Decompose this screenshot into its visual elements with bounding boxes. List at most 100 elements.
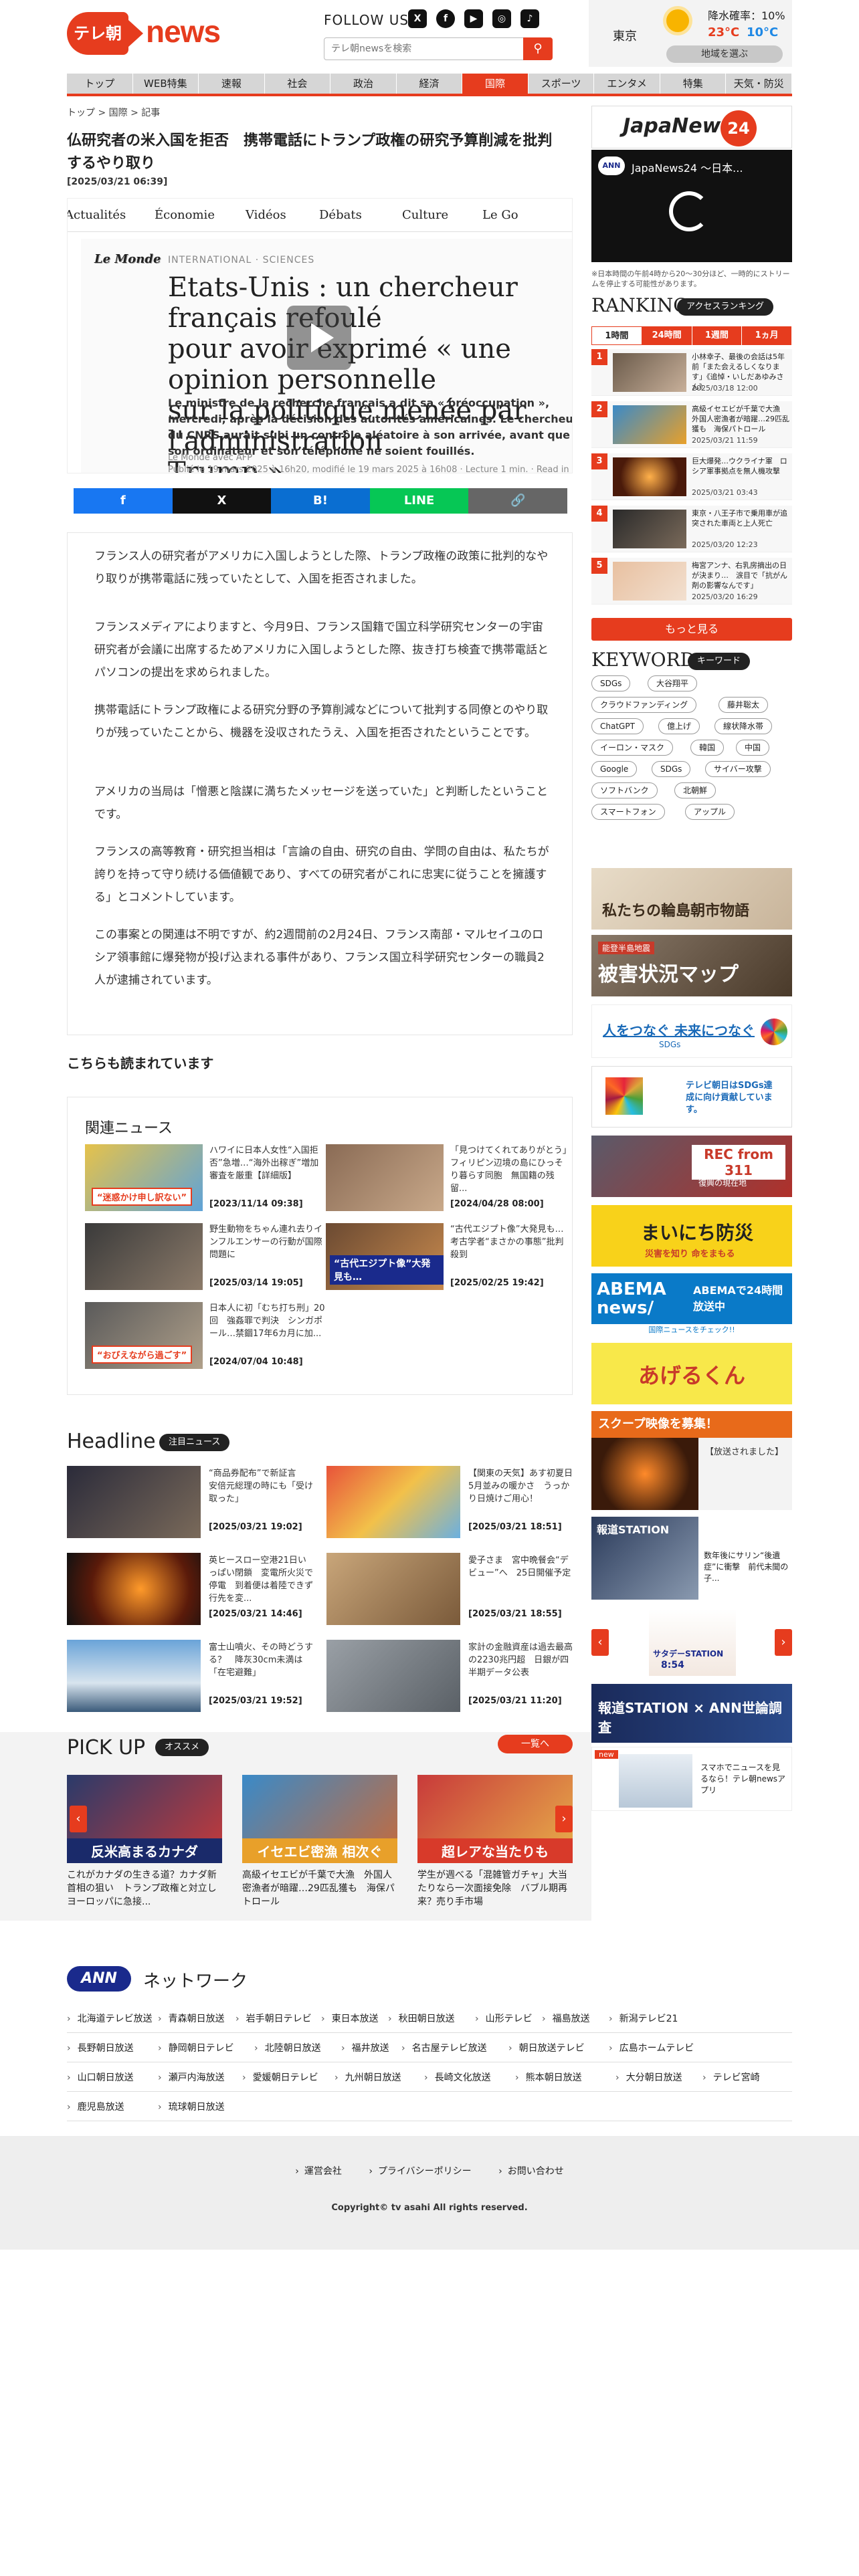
copy-link-button[interactable]: 🔗 (468, 488, 567, 514)
keyword-tag[interactable]: ソフトバンク (591, 782, 658, 798)
pickup-prev-button[interactable]: ‹ (70, 1806, 87, 1832)
related-item[interactable]: 野生動物をちゃん連れ去りインフルエンサーの行動が国際問題に [2025/03/1… (85, 1223, 326, 1290)
nav-entertainment[interactable]: エンタメ (594, 74, 660, 94)
ranking-item[interactable]: 1 小林幸子、最後の会話は5年前「また会えるしくなります」《追悼・いしだあゆみさ… (591, 349, 792, 396)
agerukun-banner[interactable]: あげるくん (591, 1343, 792, 1404)
network-link[interactable]: 北陸朝日放送 (254, 2041, 321, 2054)
network-link[interactable]: 山口朝日放送 (67, 2070, 134, 2084)
wajima-banner[interactable]: 私たちの輪島朝市物語 (591, 868, 792, 930)
keyword-tag[interactable]: スマートフォン (591, 804, 665, 820)
select-region-button[interactable]: 地域を選ぶ (666, 45, 783, 63)
pickup-more-button[interactable]: 一覧へ (498, 1735, 573, 1753)
network-link[interactable]: 愛媛朝日テレビ (242, 2070, 318, 2084)
pickup-next-button[interactable]: › (555, 1806, 573, 1832)
network-link[interactable]: 名古屋テレビ放送 (401, 2041, 487, 2054)
network-link[interactable]: 瀬戸内海放送 (158, 2070, 225, 2084)
keyword-tag[interactable]: 億上げ (658, 718, 700, 734)
sdgs-banner[interactable]: 人をつなぐ 未来につなぐ SDGs (591, 1004, 792, 1058)
keyword-tag[interactable]: イーロン・マスク (591, 740, 674, 756)
nav-web-feature[interactable]: WEB特集 (132, 74, 199, 94)
carousel-next-button[interactable]: › (775, 1629, 792, 1656)
tab-1month[interactable]: 1ヵ月 (742, 326, 792, 345)
sdgs-card-banner[interactable]: テレビ朝日はSDGs達成に向け貢献しています。 (591, 1066, 792, 1128)
keyword-tag[interactable]: SDGs (652, 761, 691, 777)
network-link[interactable]: テレビ宮崎 (702, 2070, 760, 2084)
keyword-tag[interactable]: 線状降水帯 (714, 718, 773, 734)
network-link[interactable]: 東日本放送 (321, 2012, 379, 2025)
footer-link-contact[interactable]: お問い合わせ (498, 2166, 564, 2177)
x-icon[interactable]: X (408, 9, 427, 28)
network-link[interactable]: 青森朝日放送 (158, 2012, 225, 2025)
network-link[interactable]: 新潟テレビ21 (609, 2012, 678, 2025)
headline-item[interactable]: 家計の金融資産は過去最高の2230兆円超 日銀が四半期データ公表 [2025/0… (326, 1640, 573, 1712)
play-icon[interactable] (287, 306, 351, 370)
network-link[interactable]: 静岡朝日テレビ (158, 2041, 234, 2054)
youtube-icon[interactable]: ▶ (464, 9, 483, 28)
tab-1week[interactable]: 1週間 (692, 326, 743, 345)
keyword-tag[interactable]: クラウドファンディング (591, 697, 697, 713)
network-link[interactable]: 長崎文化放送 (424, 2070, 491, 2084)
instagram-icon[interactable]: ◎ (492, 9, 511, 28)
network-link[interactable]: 山形テレビ (475, 2012, 533, 2025)
ranking-more-button[interactable]: もっと見る (591, 618, 792, 641)
network-link[interactable]: 岩手朝日テレビ (235, 2012, 312, 2025)
nav-economy[interactable]: 経済 (396, 74, 463, 94)
share-hatena-button[interactable]: B! (271, 488, 370, 514)
keyword-tag[interactable]: 中国 (736, 740, 770, 756)
headline-item[interactable]: 富士山噴火、その時どうする？ 降灰30cm未満は「在宅避難」 [2025/03/… (67, 1640, 313, 1712)
breadcrumb[interactable]: トップ > 国際 > 記事 (67, 106, 160, 119)
network-link[interactable]: 鹿児島放送 (67, 2100, 124, 2113)
keyword-tag[interactable]: 藤井聡太 (719, 697, 769, 713)
ranking-item[interactable]: 2 高級イセエビが千葉で大漁 外国人密漁者が暗躍…29匹乱獲も 海保パトロール … (591, 401, 792, 448)
related-item[interactable]: “古代エジプト像”大発見も… “古代エジプト像”大発見も…考古学者“まさかの事態… (326, 1223, 567, 1290)
network-link[interactable]: 広島ホームテレビ (609, 2041, 694, 2054)
keyword-tag[interactable]: Google (591, 761, 638, 777)
keyword-tag[interactable]: ChatGPT (591, 718, 644, 734)
abema-banner[interactable]: ABEMA news/ ABEMAで24時間放送中 国際ニュースをチェック!! (591, 1273, 792, 1335)
share-facebook-button[interactable]: f (74, 488, 173, 514)
bousai-banner[interactable]: まいにち防災 災害を知り 命をまもる (591, 1205, 792, 1267)
nav-politics[interactable]: 政治 (330, 74, 397, 94)
nav-special[interactable]: 特集 (660, 74, 727, 94)
nav-breaking[interactable]: 速報 (199, 74, 265, 94)
network-link[interactable]: 福島放送 (542, 2012, 590, 2025)
search-input[interactable] (331, 38, 512, 60)
footer-link-company[interactable]: 運営会社 (295, 2166, 342, 2177)
ranking-item[interactable]: 3 巨大爆発…ウクライナ軍 ロシア軍事拠点を無人機攻撃 2025/03/21 0… (591, 453, 792, 500)
footer-link-privacy[interactable]: プライバシーポリシー (369, 2166, 471, 2177)
keyword-tag[interactable]: サイバー攻撃 (705, 761, 771, 777)
poll-banner[interactable]: 報道STATION × ANN世論調査 (591, 1684, 792, 1743)
network-link[interactable]: 北海道テレビ放送 (67, 2012, 153, 2025)
facebook-icon[interactable]: f (436, 9, 455, 28)
nav-society[interactable]: 社会 (264, 74, 331, 94)
article-video[interactable]: Actualités Économie Vidéos Débats Cultur… (67, 198, 573, 473)
saturday-station-banner[interactable]: サタデーSTATION 8:54 (649, 1609, 736, 1676)
japanews24-banner[interactable]: JapaNews 24 (591, 106, 792, 148)
tiktok-icon[interactable]: ♪ (520, 9, 539, 28)
network-link[interactable]: 朝日放送テレビ (508, 2041, 585, 2054)
live-stream-player[interactable]: ANN JapaNews24 ～日本... (591, 150, 792, 262)
share-x-button[interactable]: X (172, 488, 272, 514)
tab-24hours[interactable]: 24時間 (642, 326, 692, 345)
keyword-tag[interactable]: 大谷翔平 (648, 675, 698, 691)
site-logo[interactable]: テレ朝 news (67, 12, 221, 55)
keyword-tag[interactable]: 韓国 (690, 740, 725, 756)
headline-item[interactable]: “商品券配布”で新証言 安倍元総理の時にも「受け取った」 [2025/03/21… (67, 1466, 313, 1538)
scoop-banner[interactable]: スクープ映像を募集！ 【放送されました】 (591, 1411, 792, 1510)
nav-sports[interactable]: スポーツ (528, 74, 595, 94)
ranking-item[interactable]: 4 東京・八王子市で乗用車が追突された車両と上人死亡 2025/03/20 12… (591, 506, 792, 552)
app-banner[interactable]: new スマホでニュースを見るなら！テレ朝newsアプリ (591, 1747, 792, 1811)
network-link[interactable]: 九州朝日放送 (335, 2070, 401, 2084)
search-icon[interactable]: ⚲ (523, 37, 553, 60)
headline-item[interactable]: 英ヒースロー空港21日いっぱい閉鎖 変電所火災で停電 到着便は着陸できず行先を変… (67, 1553, 313, 1625)
hodo-station-card[interactable]: 報道STATION 数年後にサリン“後遺症”に衝撃 前代未聞の子... (591, 1517, 792, 1600)
noto-map-banner[interactable]: 能登半島地震 被害状況マップ (591, 935, 792, 996)
related-item[interactable]: “迷惑かけ申し訳ない” ハワイに日本人女性“入国拒否”急増…“海外出稼ぎ”増加 … (85, 1144, 327, 1211)
network-link[interactable]: 熊本朝日放送 (515, 2070, 582, 2084)
related-item[interactable]: 「見つけてくれてありがとう」フィリピン辺境の島にひっそり暮らす同胞 無国籍の残留… (326, 1144, 567, 1211)
keyword-tag[interactable]: 北朝鮮 (674, 782, 717, 798)
network-link[interactable]: 大分朝日放送 (615, 2070, 682, 2084)
keyword-tag[interactable]: アップル (685, 804, 735, 820)
headline-item[interactable]: 愛子さま 宮中晩餐会“デビュー”へ 25日開催予定 [2025/03/21 18… (326, 1553, 573, 1625)
share-line-button[interactable]: LINE (369, 488, 469, 514)
